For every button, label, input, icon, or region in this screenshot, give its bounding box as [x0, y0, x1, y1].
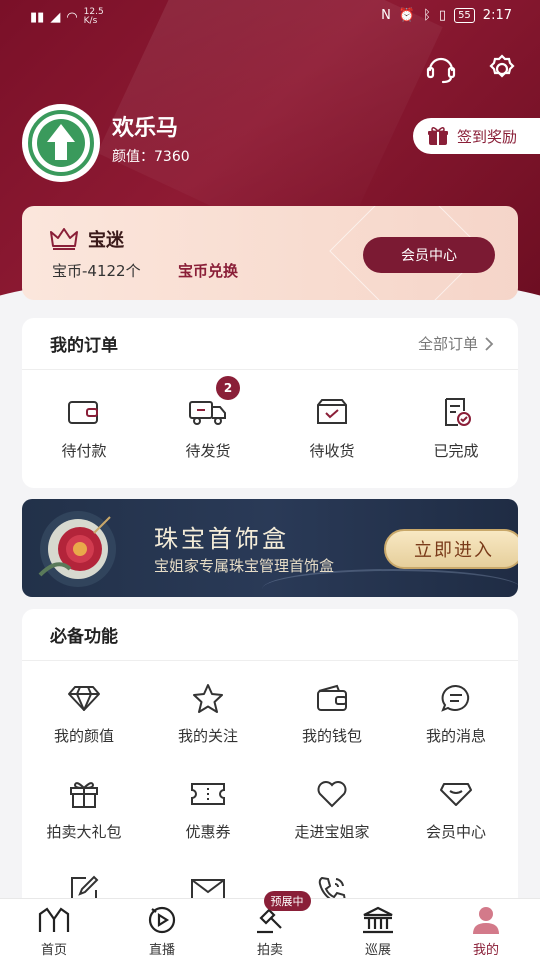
peony-illustration	[38, 511, 116, 587]
tab-profile[interactable]: 我的	[432, 899, 540, 960]
order-label: 已完成	[433, 442, 479, 460]
feature-coupons[interactable]: 优惠券	[146, 757, 270, 853]
coin-exchange-link[interactable]: 宝币兑换	[178, 260, 238, 281]
orders-title: 我的订单	[50, 336, 118, 356]
orders-header: 我的订单 全部订单	[22, 318, 518, 370]
orders-card: 我的订单 全部订单 待付款 待发货 2 待收货 已完成	[22, 318, 518, 488]
tab-label: 我的	[472, 943, 499, 958]
tab-live[interactable]: 直播	[108, 899, 216, 960]
feature-about-brand[interactable]: 走进宝姐家	[270, 757, 394, 853]
feature-label: 会员中心	[425, 823, 486, 841]
all-orders-link[interactable]: 全部订单	[418, 333, 494, 354]
order-pending-payment[interactable]: 待付款	[22, 370, 146, 488]
feature-label: 我的消息	[425, 727, 486, 745]
ticket-icon	[191, 783, 225, 805]
feature-following[interactable]: 我的关注	[146, 661, 270, 757]
checkin-reward-button[interactable]: 签到奖励	[413, 118, 540, 154]
sim-icon: ▮▮	[30, 9, 45, 25]
wallet-icon	[317, 684, 347, 711]
status-bar: ▮▮ ◢ ◠ 12.5 K/s N ⏰ ᛒ ▯ 55 2:17	[0, 0, 540, 34]
customer-service-icon[interactable]	[424, 52, 458, 86]
wallet-icon	[68, 401, 98, 424]
feature-label: 我的关注	[177, 727, 238, 745]
chat-icon	[441, 684, 470, 712]
home-logo-icon	[38, 907, 70, 932]
order-count-badge: 2	[216, 376, 240, 400]
document-check-icon	[445, 398, 471, 426]
feature-auction-gift[interactable]: 拍卖大礼包	[22, 757, 146, 853]
member-card: 宝迷 宝币-4122个 宝币兑换 会员中心	[22, 206, 518, 300]
tab-auction[interactable]: 拍卖 预展中	[216, 891, 324, 960]
jewelry-box-banner[interactable]: 珠宝首饰盒 宝姐家专属珠宝管理首饰盒 立即进入	[22, 499, 518, 597]
battery-indicator: 55	[454, 8, 475, 23]
order-label: 待收货	[309, 442, 355, 460]
order-label: 待发货	[185, 442, 231, 460]
tab-label: 拍卖	[256, 943, 283, 958]
clock: 2:17	[482, 8, 512, 23]
feature-label: 走进宝姐家	[294, 823, 370, 841]
banner-title: 珠宝首饰盒	[154, 525, 289, 553]
score-line: 颜值：7360	[112, 146, 190, 166]
feature-member-center[interactable]: 会员中心	[394, 757, 518, 853]
star-icon	[193, 684, 223, 713]
vibrate-icon: ▯	[438, 8, 447, 23]
bottom-tab-bar: 首页 直播 拍卖 预展中 巡展 我的	[0, 891, 540, 960]
tab-home[interactable]: 首页	[0, 899, 108, 960]
settings-gear-icon[interactable]	[485, 52, 519, 86]
diamond-icon	[68, 686, 100, 711]
features-header: 必备功能	[22, 609, 518, 661]
heart-icon	[317, 781, 347, 808]
chevron-right-icon	[485, 336, 494, 351]
feature-my-score[interactable]: 我的颜值	[22, 661, 146, 757]
username: 欢乐马	[112, 116, 179, 141]
alarm-icon: ⏰	[398, 8, 416, 23]
crown-icon	[50, 228, 78, 250]
tab-label: 巡展	[364, 943, 391, 958]
signal-icon: ◢	[50, 9, 61, 25]
nfc-icon: N	[381, 8, 391, 23]
feature-messages[interactable]: 我的消息	[394, 661, 518, 757]
box-icon	[317, 399, 347, 424]
tab-label: 直播	[148, 943, 175, 958]
avatar[interactable]	[22, 104, 100, 182]
member-level: 宝迷	[88, 230, 124, 251]
tab-label: 首页	[40, 943, 67, 958]
order-label: 待付款	[61, 442, 107, 460]
features-title: 必备功能	[50, 627, 118, 647]
feature-label: 我的钱包	[301, 727, 362, 745]
museum-icon	[363, 906, 393, 934]
bluetooth-icon: ᛒ	[423, 8, 431, 23]
user-icon	[473, 907, 499, 934]
order-pending-receipt[interactable]: 待收货	[270, 370, 394, 488]
network-speed: 12.5 K/s	[83, 7, 104, 26]
live-icon	[148, 906, 176, 934]
gift-icon	[70, 782, 98, 808]
score-value: 7360	[154, 149, 190, 165]
avatar-arrow-logo-icon	[28, 110, 94, 176]
feature-wallet[interactable]: 我的钱包	[270, 661, 394, 757]
preview-badge: 预展中	[263, 891, 311, 911]
gem-icon	[440, 783, 472, 806]
checkin-label: 签到奖励	[457, 127, 518, 146]
score-label: 颜值：	[112, 149, 154, 165]
wifi-icon: ◠	[66, 9, 78, 25]
feature-label: 优惠券	[185, 823, 231, 841]
order-completed[interactable]: 已完成	[394, 370, 518, 488]
feature-label: 我的颜值	[53, 727, 114, 745]
all-orders-label: 全部订单	[417, 335, 478, 353]
member-center-button[interactable]: 会员中心	[363, 237, 495, 273]
tab-exhibition[interactable]: 巡展	[324, 899, 432, 960]
essential-features-card: 必备功能 我的颜值 我的关注 我的钱包 我的消息 拍卖大礼包 优惠券 走进宝姐家…	[22, 609, 518, 909]
feature-label: 拍卖大礼包	[46, 823, 122, 841]
order-pending-shipment[interactable]: 待发货 2	[146, 370, 270, 488]
enter-now-button[interactable]: 立即进入	[384, 529, 518, 569]
gift-icon	[428, 127, 448, 145]
coin-balance: 宝币-4122个	[52, 262, 141, 280]
banner-subtitle: 宝姐家专属珠宝管理首饰盒	[154, 557, 335, 575]
truck-icon	[189, 401, 226, 425]
